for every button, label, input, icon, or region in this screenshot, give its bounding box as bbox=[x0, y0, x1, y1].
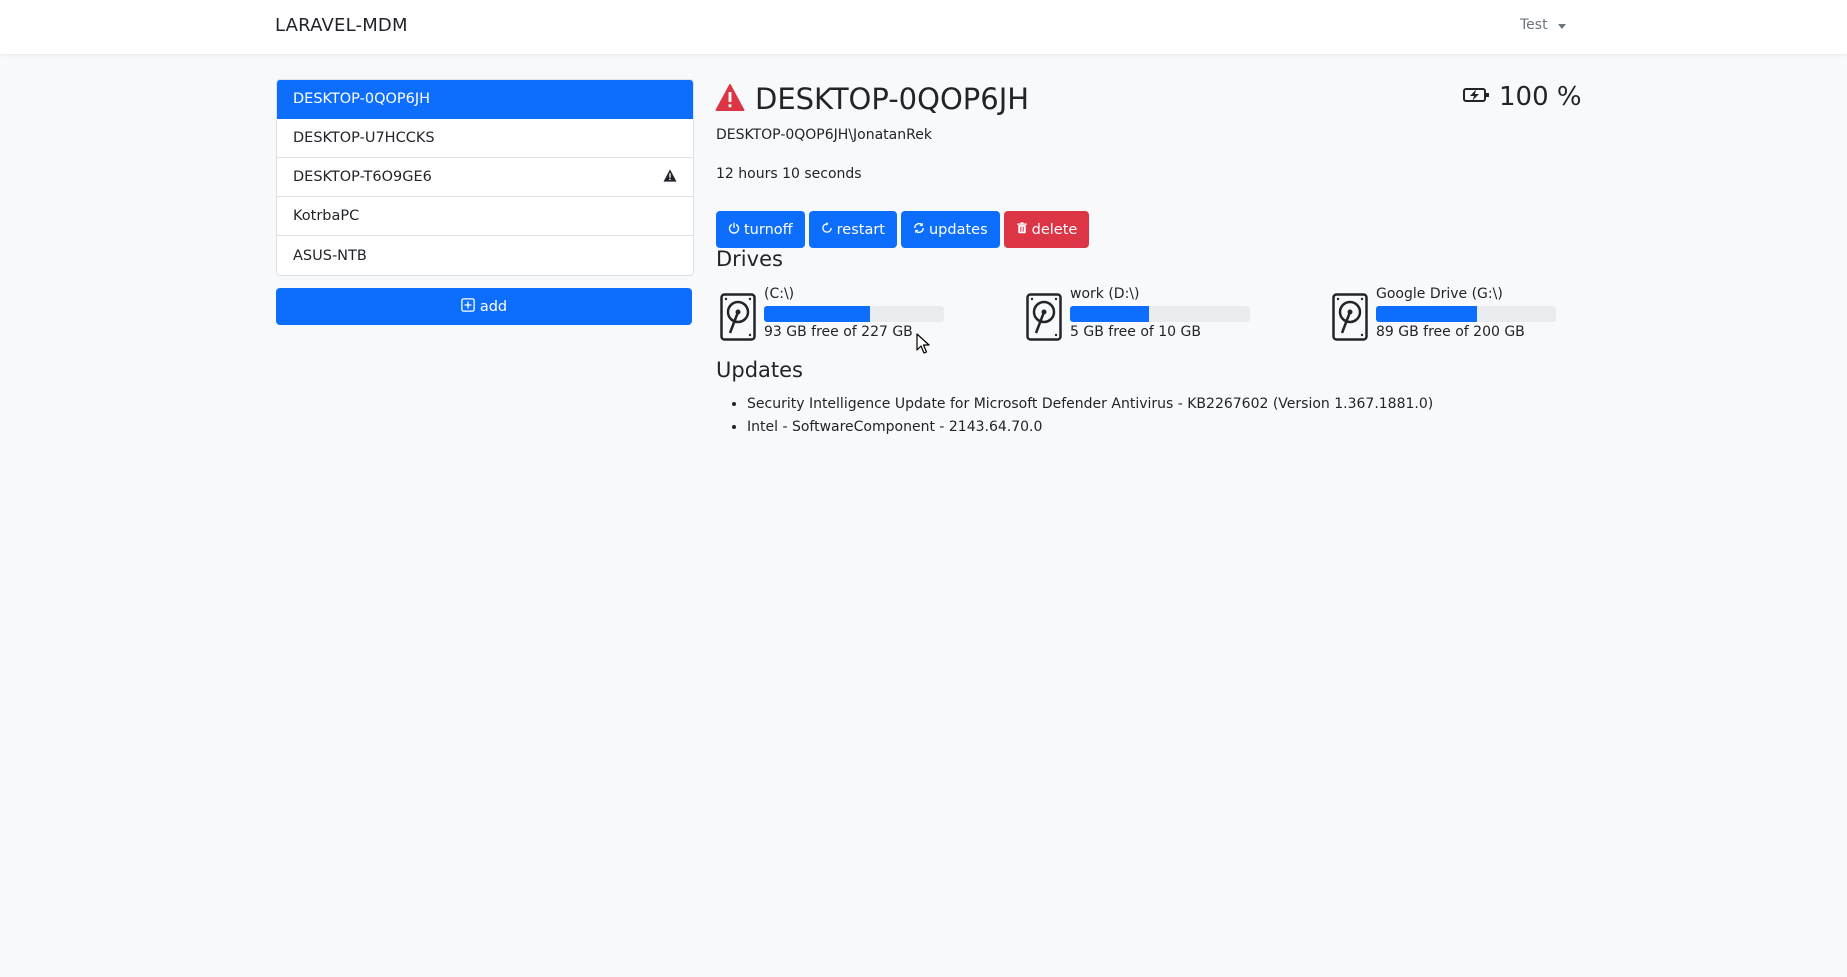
turnoff-label: turnoff bbox=[744, 221, 793, 238]
restart-button[interactable]: restart bbox=[808, 211, 897, 248]
device-item-label: DESKTOP-0QOP6JH bbox=[293, 91, 431, 107]
battery-charging-icon bbox=[1463, 86, 1491, 108]
drive-card: Google Drive (G:\) 89 GB free of 200 GB bbox=[1328, 286, 1568, 346]
device-item[interactable]: DESKTOP-T6O9GE6 bbox=[277, 158, 693, 197]
restart-label: restart bbox=[836, 221, 885, 238]
updates-heading: Updates bbox=[716, 358, 803, 382]
mouse-cursor-icon bbox=[916, 333, 930, 359]
power-icon bbox=[728, 222, 740, 238]
device-uptime: 12 hours 10 seconds bbox=[716, 166, 862, 182]
drive-label: work (D:\) bbox=[1070, 286, 1140, 302]
user-name: Test bbox=[1520, 17, 1548, 33]
drive-usage-fill bbox=[764, 306, 871, 322]
device-item-label: DESKTOP-U7HCCKS bbox=[293, 130, 435, 146]
drive-label: (C:\) bbox=[764, 286, 795, 302]
battery-level: 100 % bbox=[1499, 82, 1582, 112]
device-item-label: DESKTOP-T6O9GE6 bbox=[293, 169, 432, 185]
drive-usage-fill bbox=[1376, 306, 1477, 322]
updates-label: updates bbox=[928, 221, 988, 238]
drive-free-space: 89 GB free of 200 GB bbox=[1376, 324, 1525, 340]
list-item: Security Intelligence Update for Microso… bbox=[747, 393, 1433, 416]
plus-square-icon bbox=[461, 297, 475, 316]
hard-drive-icon bbox=[720, 293, 756, 345]
restart-icon bbox=[821, 221, 833, 238]
hard-drive-icon bbox=[1332, 293, 1368, 345]
device-user: DESKTOP-0QOP6JH\JonatanRek bbox=[716, 127, 932, 143]
device-item[interactable]: KotrbaPC bbox=[277, 197, 693, 236]
drive-free-space: 93 GB free of 227 GB bbox=[764, 324, 913, 340]
warning-triangle-icon bbox=[663, 168, 677, 186]
brand-link[interactable]: LARAVEL-MDM bbox=[275, 15, 408, 36]
device-item[interactable]: ASUS-NTB bbox=[277, 236, 693, 275]
list-item: Intel - SoftwareComponent - 2143.64.70.0 bbox=[747, 416, 1433, 439]
refresh-icon bbox=[913, 222, 925, 238]
add-label: add bbox=[479, 298, 508, 315]
device-item[interactable]: DESKTOP-0QOP6JH bbox=[277, 80, 693, 119]
device-item-label: ASUS-NTB bbox=[293, 247, 367, 264]
delete-button[interactable]: delete bbox=[1003, 211, 1090, 248]
device-list: DESKTOP-0QOP6JH DESKTOP-U7HCCKS DESKTOP-… bbox=[276, 79, 694, 276]
updates-list: Security Intelligence Update for Microso… bbox=[716, 393, 1433, 439]
page-title: DESKTOP-0QOP6JH bbox=[755, 82, 1030, 116]
battery-status: 100 % bbox=[1463, 82, 1582, 112]
add-device-button[interactable]: add bbox=[276, 288, 692, 325]
drives-heading: Drives bbox=[716, 247, 783, 271]
drive-label: Google Drive (G:\) bbox=[1376, 286, 1503, 302]
drive-free-space: 5 GB free of 10 GB bbox=[1070, 324, 1201, 340]
updates-button[interactable]: updates bbox=[900, 211, 1000, 248]
delete-label: delete bbox=[1031, 221, 1078, 238]
chevron-down-icon bbox=[1557, 23, 1566, 29]
device-item-label: KotrbaPC bbox=[293, 208, 360, 224]
device-header: DESKTOP-0QOP6JH bbox=[715, 82, 1029, 116]
device-item[interactable]: DESKTOP-U7HCCKS bbox=[277, 119, 693, 158]
drive-usage-fill bbox=[1070, 306, 1150, 322]
user-dropdown[interactable]: Test bbox=[1520, 17, 1566, 33]
trash-icon bbox=[1016, 221, 1028, 238]
drive-usage-bar bbox=[764, 306, 944, 322]
device-actions: turnoff restart updates delete bbox=[716, 211, 1090, 248]
warning-triangle-icon bbox=[715, 83, 745, 115]
drive-card: work (D:\) 5 GB free of 10 GB bbox=[1022, 286, 1262, 346]
drive-usage-bar bbox=[1376, 306, 1556, 322]
drive-usage-bar bbox=[1070, 306, 1250, 322]
hard-drive-icon bbox=[1026, 293, 1062, 345]
turnoff-button[interactable]: turnoff bbox=[716, 211, 805, 248]
top-navbar: LARAVEL-MDM Test bbox=[0, 0, 1847, 54]
